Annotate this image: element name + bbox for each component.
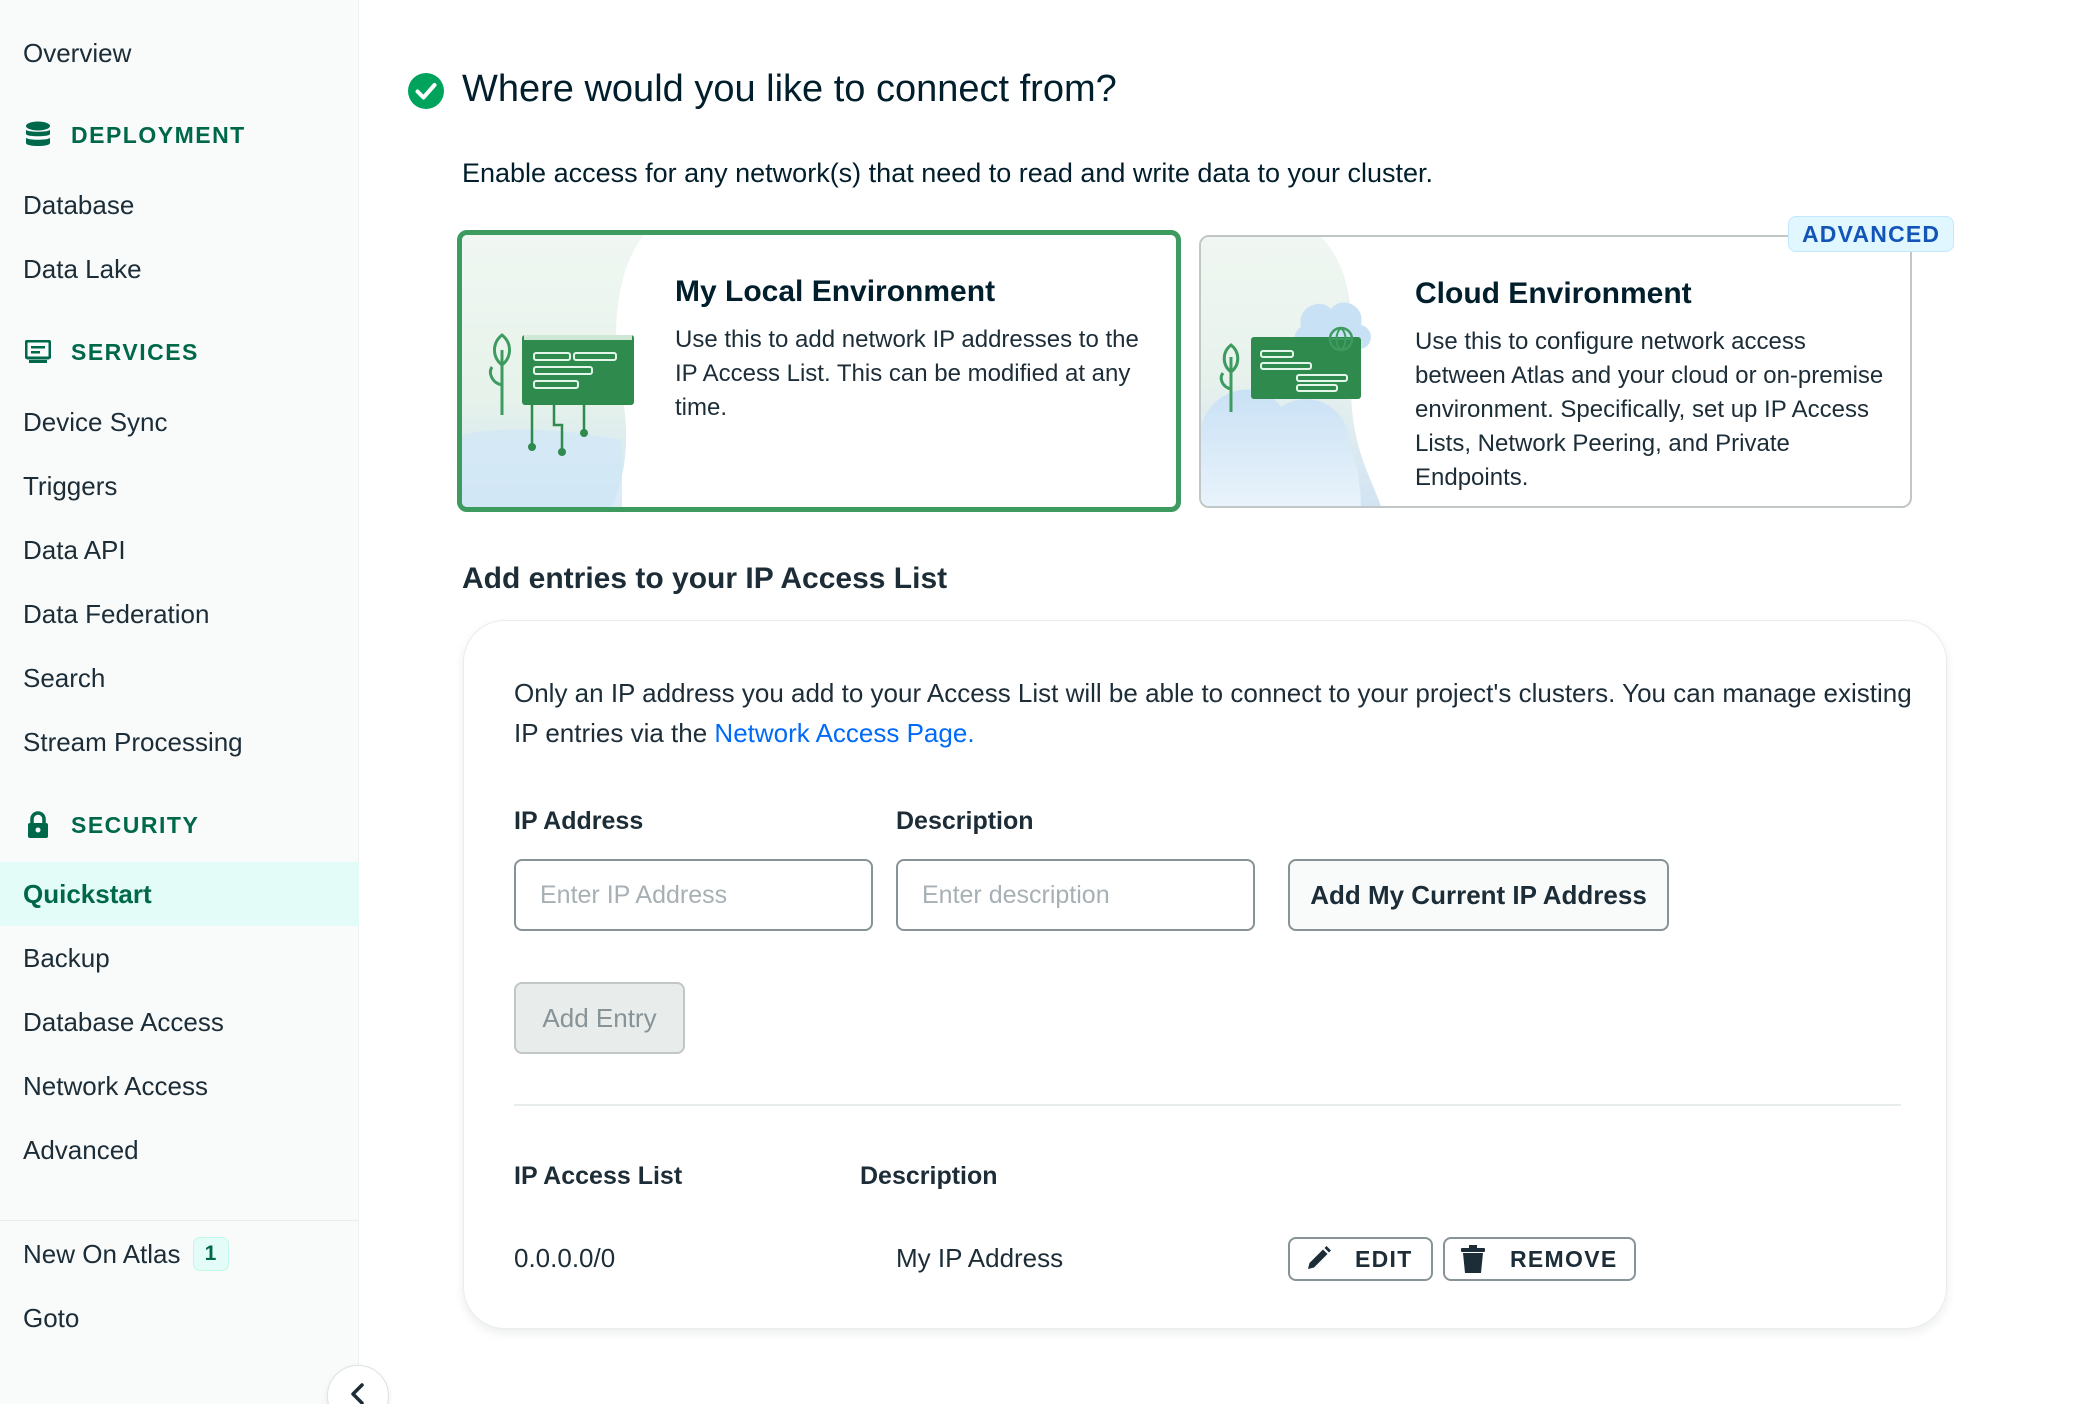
trash-icon: [1458, 1244, 1488, 1274]
remove-button[interactable]: REMOVE: [1443, 1237, 1636, 1281]
local-environment-card[interactable]: My Local Environment Use this to add net…: [457, 230, 1181, 512]
sidebar-item-database[interactable]: Database: [0, 173, 359, 237]
sidebar-item-database-access[interactable]: Database Access: [0, 990, 359, 1054]
card-description: Use this to add network IP addresses to …: [675, 326, 1139, 421]
sidebar-item-label: Overview: [23, 37, 132, 68]
sidebar-item-label: Backup: [23, 942, 110, 973]
remove-label: REMOVE: [1510, 1245, 1618, 1272]
monitor-icon: [23, 337, 53, 367]
description-column-header: Description: [860, 1162, 998, 1190]
page-subtitle: Enable access for any network(s) that ne…: [462, 158, 1434, 188]
entry-description: My IP Address: [896, 1243, 1064, 1273]
panel-divider: [514, 1104, 1901, 1106]
card-title: My Local Environment: [675, 275, 996, 308]
sidebar-item-label: Device Sync: [23, 406, 168, 437]
sidebar-item-goto[interactable]: Goto: [0, 1286, 359, 1350]
sidebar-item-search[interactable]: Search: [0, 646, 359, 710]
sidebar-item-label: Quickstart: [23, 878, 152, 909]
cloud-environment-illustration: [1201, 237, 1401, 506]
sidebar-item-advanced[interactable]: Advanced: [0, 1118, 359, 1182]
sidebar-item-data-lake[interactable]: Data Lake: [0, 237, 359, 301]
sidebar-item-label: Data Federation: [23, 598, 210, 629]
sidebar-item-label: Triggers: [23, 470, 118, 501]
sidebar-item-triggers[interactable]: Triggers: [0, 454, 359, 518]
advanced-badge: ADVANCED: [1788, 216, 1955, 252]
sidebar-item-overview[interactable]: Overview: [0, 21, 359, 85]
card-description: Use this to configure network access bet…: [1415, 328, 1884, 491]
description-input[interactable]: [896, 859, 1255, 931]
sidebar-item-data-federation[interactable]: Data Federation: [0, 582, 359, 646]
pencil-icon: [1303, 1244, 1333, 1274]
sidebar-section-services: SERVICES: [0, 324, 359, 380]
sidebar-item-data-api[interactable]: Data API: [0, 518, 359, 582]
sidebar: Overview DEPLOYMENT Database Data Lake S…: [0, 0, 359, 1404]
network-access-page-link[interactable]: Network Access Page.: [714, 718, 974, 748]
sidebar-item-stream-processing[interactable]: Stream Processing: [0, 710, 359, 774]
sidebar-item-label: Data API: [23, 534, 126, 565]
chevron-left-icon: [348, 1382, 368, 1404]
notification-count-badge: 1: [192, 1237, 229, 1271]
database-icon: [23, 120, 53, 150]
sidebar-item-device-sync[interactable]: Device Sync: [0, 390, 359, 454]
edit-label: EDIT: [1355, 1245, 1413, 1272]
description-label: Description: [896, 807, 1034, 835]
sidebar-section-security: SECURITY: [0, 797, 359, 853]
check-circle-icon: [407, 72, 445, 110]
sidebar-item-label: New On Atlas: [23, 1238, 181, 1269]
ip-address-input[interactable]: [514, 859, 873, 931]
ip-access-list-header: IP Access List: [514, 1162, 683, 1190]
sidebar-item-network-access[interactable]: Network Access: [0, 1054, 359, 1118]
sidebar-section-title: DEPLOYMENT: [71, 121, 246, 148]
add-current-ip-button[interactable]: Add My Current IP Address: [1288, 859, 1669, 931]
sidebar-item-label: Search: [23, 662, 106, 693]
section-heading: Add entries to your IP Access List: [462, 562, 948, 595]
sidebar-item-label: Network Access: [23, 1070, 208, 1101]
sidebar-item-new-on-atlas[interactable]: New On Atlas 1: [0, 1222, 359, 1286]
sidebar-item-quickstart[interactable]: Quickstart: [0, 862, 359, 926]
entry-ip: 0.0.0.0/0: [514, 1243, 616, 1273]
add-entry-button[interactable]: Add Entry: [514, 982, 685, 1054]
ip-access-list-panel: Only an IP address you add to your Acces…: [463, 620, 1947, 1329]
card-title: Cloud Environment: [1415, 277, 1692, 310]
sidebar-item-label: Database Access: [23, 1006, 224, 1037]
sidebar-item-label: Stream Processing: [23, 726, 243, 757]
ip-address-label: IP Address: [514, 807, 644, 835]
sidebar-item-backup[interactable]: Backup: [0, 926, 359, 990]
sidebar-section-title: SERVICES: [71, 338, 199, 365]
sidebar-divider: [0, 1220, 359, 1221]
sidebar-item-label: Data Lake: [23, 253, 142, 284]
info-text: Only an IP address you add to your Acces…: [514, 673, 1914, 753]
lock-icon: [23, 810, 53, 840]
local-environment-illustration: [462, 235, 662, 507]
sidebar-item-label: Goto: [23, 1302, 80, 1333]
edit-button[interactable]: EDIT: [1288, 1237, 1433, 1281]
cloud-environment-card[interactable]: Cloud Environment Use this to configure …: [1199, 235, 1912, 508]
sidebar-section-deployment: DEPLOYMENT: [0, 107, 359, 163]
sidebar-item-label: Database: [23, 189, 135, 220]
sidebar-item-label: Advanced: [23, 1134, 139, 1165]
page-title: Where would you like to connect from?: [462, 68, 1117, 110]
sidebar-section-title: SECURITY: [71, 811, 200, 838]
